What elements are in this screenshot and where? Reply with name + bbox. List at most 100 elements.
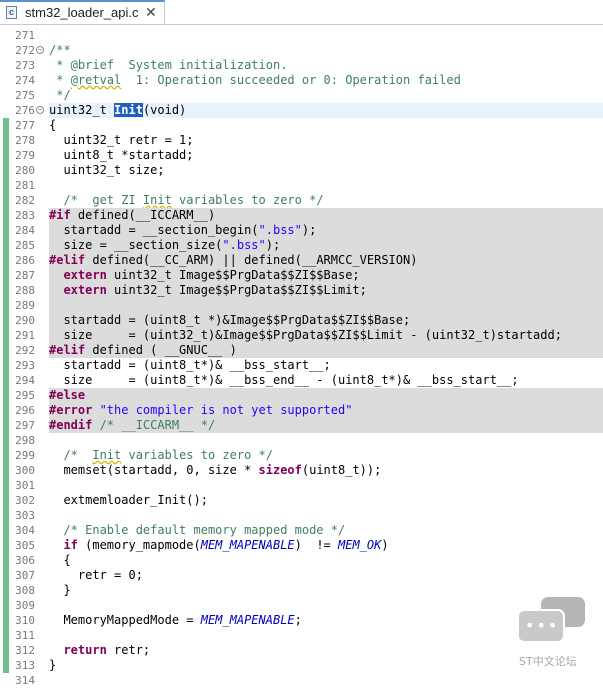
close-icon[interactable]: ✕ — [145, 4, 157, 21]
code-line[interactable]: 312 return retr; — [0, 643, 603, 658]
line-number: 275 — [15, 89, 35, 102]
code-line[interactable]: 308 } — [0, 583, 603, 598]
code-line[interactable]: 302 extmemloader_Init(); — [0, 493, 603, 508]
code-text: #else — [49, 388, 603, 403]
code-line[interactable]: 307 retr = 0; — [0, 568, 603, 583]
quick-diff-marker — [3, 478, 9, 493]
code-text: size = __section_size(".bss"); — [49, 238, 603, 253]
line-gutter: 297 — [0, 418, 48, 433]
code-line[interactable]: 278 uint32_t retr = 1; — [0, 133, 603, 148]
code-line[interactable]: 314 — [0, 673, 603, 688]
code-line[interactable]: 294 size = (uint8_t*)& __bss_end__ - (ui… — [0, 373, 603, 388]
code-line[interactable]: 276− uint32_t Init(void) — [0, 103, 603, 118]
code-line[interactable]: 287 extern uint32_t Image$$PrgData$$ZI$$… — [0, 268, 603, 283]
line-gutter: 290 — [0, 313, 48, 328]
code-line[interactable]: 299 /* Init variables to zero */ — [0, 448, 603, 463]
code-line[interactable]: 296 #error "the compiler is not yet suppo… — [0, 403, 603, 418]
code-editor[interactable]: 271 272−/** 273 * @brief System initializa… — [0, 25, 603, 687]
code-token: uint32_t Image$$PrgData$$ZI$$Base; — [106, 268, 360, 282]
code-line[interactable]: 290 startadd = (uint8_t *)&Image$$PrgDat… — [0, 313, 603, 328]
line-gutter: 293 — [0, 358, 48, 373]
code-token: defined ( __GNUC__ ) — [85, 343, 237, 357]
line-gutter: 291 — [0, 328, 48, 343]
code-line[interactable]: 291 size = (uint32_t)&Image$$PrgData$$ZI… — [0, 328, 603, 343]
code-line[interactable]: 300 memset(startadd, 0, size * sizeof(ui… — [0, 463, 603, 478]
quick-diff-marker — [3, 583, 9, 598]
line-gutter: 301 — [0, 478, 48, 493]
code-token: #elif — [49, 253, 86, 267]
code-line[interactable]: 298 — [0, 433, 603, 448]
code-line[interactable]: 295 #else — [0, 388, 603, 403]
code-line[interactable]: 310 MemoryMappedMode = MEM_MAPENABLE; — [0, 613, 603, 628]
code-line[interactable]: 292 #elif defined ( __GNUC__ ) — [0, 343, 603, 358]
code-line[interactable]: 297 #endif /* __ICCARM__ */ — [0, 418, 603, 433]
line-gutter: 277 — [0, 118, 48, 133]
code-line[interactable]: 306 { — [0, 553, 603, 568]
code-line[interactable]: 272−/** — [0, 43, 603, 58]
line-number: 308 — [15, 584, 35, 597]
code-line[interactable]: 274 * @retval 1: Operation succeeded or … — [0, 73, 603, 88]
fold-toggle-icon[interactable]: − — [36, 106, 44, 114]
code-line[interactable]: 285 size = __section_size(".bss"); — [0, 238, 603, 253]
code-token: variables to zero */ — [171, 193, 324, 207]
code-line[interactable]: 286 #elif defined(__CC_ARM) || defined(__… — [0, 253, 603, 268]
code-line[interactable]: 273 * @brief System initialization. — [0, 58, 603, 73]
code-line[interactable]: 309 — [0, 598, 603, 613]
code-line[interactable]: 282 /* get ZI Init variables to zero */ — [0, 193, 603, 208]
code-line[interactable]: 293 startadd = (uint8_t*)& __bss_start__… — [0, 358, 603, 373]
line-number: 298 — [15, 434, 35, 447]
code-line[interactable]: 277 { — [0, 118, 603, 133]
code-token: #else — [49, 388, 86, 402]
line-number: 297 — [15, 419, 35, 432]
editor-tab-bar: c stm32_loader_api.c ✕ — [0, 0, 603, 25]
code-text: #elif defined ( __GNUC__ ) — [49, 343, 603, 358]
line-gutter: 307 — [0, 568, 48, 583]
code-line[interactable]: 271 — [0, 28, 603, 43]
quick-diff-marker — [3, 658, 9, 673]
code-token: uint8_t *startadd; — [49, 148, 194, 162]
line-number: 300 — [15, 464, 35, 477]
code-line[interactable]: 289 — [0, 298, 603, 313]
code-token: extmemloader_Init(); — [49, 493, 208, 507]
code-text: extern uint32_t Image$$PrgData$$ZI$$Base… — [49, 268, 603, 283]
line-gutter: 309 — [0, 598, 48, 613]
line-gutter: 275 — [0, 88, 48, 103]
code-text: #error "the compiler is not yet supporte… — [49, 403, 603, 418]
fold-toggle-icon[interactable]: − — [36, 46, 44, 54]
quick-diff-marker — [3, 298, 9, 313]
quick-diff-marker — [3, 433, 9, 448]
code-line[interactable]: 305 if (memory_mapmode(MEM_MAPENABLE) !=… — [0, 538, 603, 553]
code-line[interactable]: 311 — [0, 628, 603, 643]
line-gutter: 281 — [0, 178, 48, 193]
line-gutter: 304 — [0, 523, 48, 538]
quick-diff-marker — [3, 493, 9, 508]
line-number: 284 — [15, 224, 35, 237]
code-line[interactable]: 279 uint8_t *startadd; — [0, 148, 603, 163]
code-line[interactable]: 281 — [0, 178, 603, 193]
code-token: uint32_t — [49, 103, 115, 117]
watermark-text: ST中文论坛 — [519, 655, 577, 668]
code-text — [49, 298, 603, 313]
line-number: 293 — [15, 359, 35, 372]
line-number: 277 — [15, 119, 35, 132]
editor-tab[interactable]: c stm32_loader_api.c ✕ — [0, 0, 165, 24]
code-line[interactable]: 303 — [0, 508, 603, 523]
code-line[interactable]: 301 — [0, 478, 603, 493]
code-line[interactable]: 275 */ — [0, 88, 603, 103]
quick-diff-marker — [3, 208, 9, 223]
code-token: */ — [49, 88, 71, 102]
quick-diff-marker — [3, 418, 9, 433]
line-number: 311 — [15, 629, 35, 642]
quick-diff-marker — [3, 358, 9, 373]
code-line[interactable]: 288 extern uint32_t Image$$PrgData$$ZI$$… — [0, 283, 603, 298]
code-token: #elif — [49, 343, 86, 357]
code-line[interactable]: 304 /* Enable default memory mapped mode… — [0, 523, 603, 538]
code-line[interactable]: 284 startadd = __section_begin(".bss"); — [0, 223, 603, 238]
code-line[interactable]: 283 #if defined(__ICCARM__) — [0, 208, 603, 223]
code-line[interactable]: 313} — [0, 658, 603, 673]
line-gutter: 271 — [0, 28, 48, 43]
selected-token: Init — [114, 103, 143, 117]
line-gutter: 280 — [0, 163, 48, 178]
code-token: extern — [49, 283, 107, 297]
code-line[interactable]: 280 uint32_t size; — [0, 163, 603, 178]
